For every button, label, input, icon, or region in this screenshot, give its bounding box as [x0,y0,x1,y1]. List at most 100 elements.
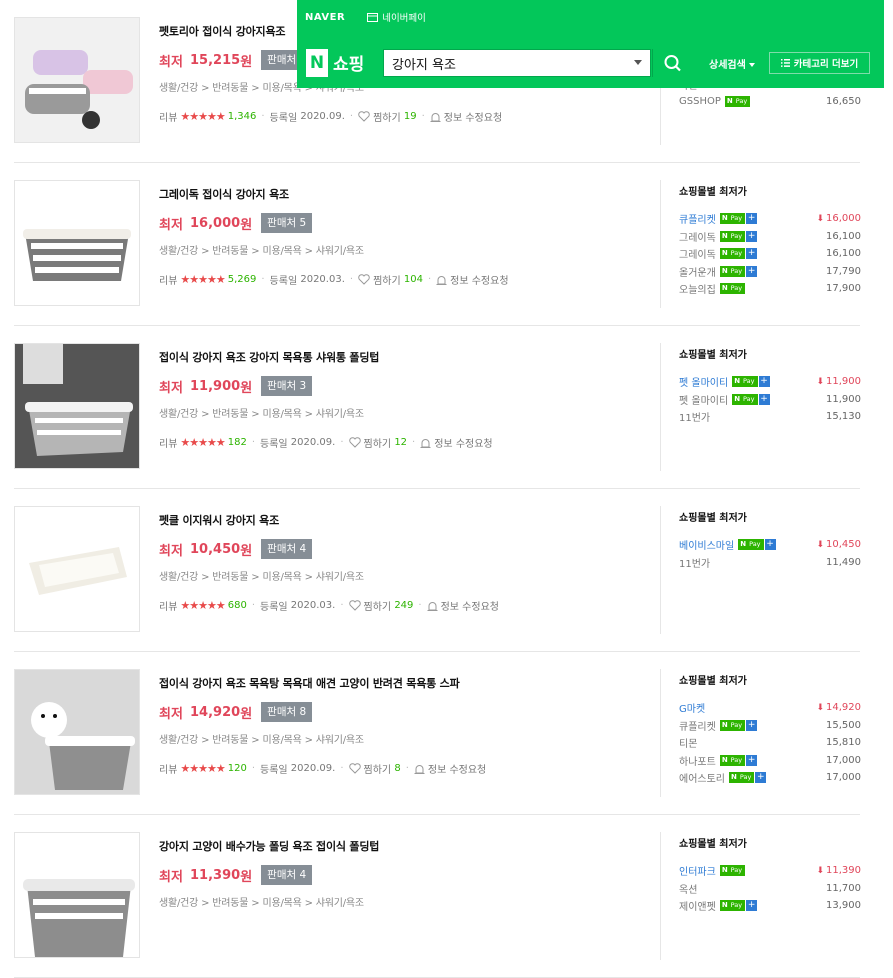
mall-row[interactable]: 펫 올마이티 N Pay +11,900 [679,391,861,409]
mall-name[interactable]: 옥션 [679,881,697,896]
mall-row[interactable]: 11번가 15,130 [679,408,861,426]
product-thumbnail[interactable] [14,180,140,306]
mall-row[interactable]: 옥션 11,700 [679,880,861,898]
wish-button[interactable]: 찜하기 104 [358,272,423,287]
search-input[interactable] [392,50,612,76]
category-breadcrumb[interactable]: 생활/건강 > 반려동물 > 미용/목욕 > 샤워기/욕조 [159,731,649,746]
product-price[interactable]: 14,920 [190,705,240,720]
mall-row[interactable]: 11번가 11,490 [679,554,861,572]
mall-row[interactable]: 에어스토리 N Pay +17,000 [679,769,861,787]
mall-name[interactable]: 그레이독 [679,246,716,261]
mall-row[interactable]: 큐플리켓 N Pay + ⬇ 16,000 [679,210,861,228]
product-title[interactable]: 펫클 이지워시 강아지 욕조 [159,512,649,528]
product-title[interactable]: 그레이독 접이식 강아지 욕조 [159,186,649,202]
seller-count-badge[interactable]: 판매처 5 [261,213,313,233]
mall-row[interactable]: 베이비스마일 N Pay + ⬇ 10,450 [679,536,861,554]
review-count[interactable]: 182 [228,437,247,448]
mall-name[interactable]: 하나포트 [679,753,716,768]
report-link[interactable]: 정보 수정요청 [414,761,486,776]
mall-row[interactable]: G마켓 ⬇ 14,920 [679,699,861,717]
product-thumbnail[interactable] [14,506,140,632]
mall-name[interactable]: 에어스토리 [679,770,725,785]
mall-row[interactable]: 인터파크 N Pay ⬇ 11,390 [679,862,861,880]
mall-name[interactable]: 티몬 [679,735,697,750]
mall-name[interactable]: 펫 올마이티 [679,392,728,407]
category-breadcrumb[interactable]: 생활/건강 > 반려동물 > 미용/목욕 > 샤워기/욕조 [159,405,649,420]
mall-row[interactable]: 하나포트 N Pay +17,000 [679,752,861,770]
mall-list-heading: 쇼핑몰별 최저가 [679,513,747,524]
shopping-label[interactable]: 쇼핑 [333,50,364,75]
lowest-label: 최저 [159,706,183,722]
mall-name[interactable]: 인터파크 [679,863,716,878]
naver-logo[interactable]: NAVER [305,12,345,23]
mall-row[interactable]: 그레이독 N Pay +16,100 [679,245,861,263]
seller-count-badge[interactable]: 판매처 4 [261,539,313,559]
mall-name[interactable]: 큐플리켓 [679,718,716,733]
category-breadcrumb[interactable]: 생활/건강 > 반려동물 > 미용/목욕 > 샤워기/욕조 [159,568,649,583]
seller-count-badge[interactable]: 판매처 3 [261,376,313,396]
mall-price: 16,650 [826,96,861,107]
mall-name[interactable]: 큐플리켓 [679,211,716,226]
product-thumbnail[interactable] [14,17,140,143]
mall-name[interactable]: G마켓 [679,700,705,715]
product-title[interactable]: 강아지 고양이 배수가능 폴딩 욕조 접이식 폴딩텁 [159,838,649,854]
product-title[interactable]: 접이식 강아지 욕조 목욕탕 목욕대 애견 고양이 반려견 목욕통 스파 [159,675,649,691]
report-link[interactable]: 정보 수정요청 [436,272,509,287]
mall-name[interactable]: 올거운개 [679,264,716,279]
search-button[interactable] [652,49,692,77]
product-price[interactable]: 11,900 [190,379,240,394]
mall-row[interactable]: 티몬 15,810 [679,734,861,752]
category-breadcrumb[interactable]: 생활/건강 > 반려동물 > 미용/목욕 > 샤워기/욕조 [159,894,649,909]
mall-name[interactable]: 오늘의집 [679,281,716,296]
mall-row[interactable]: 큐플리켓 N Pay +15,500 [679,717,861,735]
mall-row[interactable]: 펫 올마이티 N Pay + ⬇ 11,900 [679,373,861,391]
mall-row[interactable]: 제이앤펫 N Pay +13,900 [679,897,861,915]
mall-name[interactable]: GSSHOP [679,96,721,107]
wish-count: 8 [394,763,401,774]
product-price[interactable]: 16,000 [190,216,240,231]
mall-name[interactable]: 11번가 [679,409,710,424]
mall-row[interactable]: 그레이독 N Pay +16,100 [679,228,861,246]
naver-pay-link[interactable]: 네이버페이 [367,10,426,24]
mall-row[interactable]: GSSHOP N Pay 16,650 [679,93,861,111]
wish-button[interactable]: 찜하기 8 [348,761,401,776]
npay-label: Pay [729,754,746,766]
report-link[interactable]: 정보 수정요청 [430,109,502,124]
wish-button[interactable]: 찜하기 19 [358,109,417,124]
report-link[interactable]: 정보 수정요청 [420,435,493,450]
product-price[interactable]: 10,450 [190,542,240,557]
dropdown-arrow-icon[interactable] [634,60,642,65]
product-price[interactable]: 15,215 [190,53,240,68]
report-label: 정보 수정요청 [434,439,493,450]
product-price[interactable]: 11,390 [190,868,240,883]
mall-row[interactable]: 오늘의집 N Pay 17,900 [679,280,861,298]
npay-label: Pay [729,865,746,877]
product-meta: 리뷰 ★★★★★ 680 · 등록일 2020.03. · 찜하기 249 · 정보 수정요청 [159,598,649,613]
npay-n: N [719,265,730,277]
mall-name[interactable]: 그레이독 [679,229,716,244]
n-logo-icon[interactable]: N [306,49,328,77]
seller-count-badge[interactable]: 판매처 8 [261,702,313,722]
price-row: 최저 14,920 원 판매처 8 [159,701,649,723]
search-box[interactable] [383,49,651,77]
wish-button[interactable]: 찜하기 249 [348,598,413,613]
review-count[interactable]: 5,269 [228,274,257,285]
seller-count-badge[interactable]: 판매처 4 [261,865,313,885]
advanced-search-button[interactable]: 상세검색 [709,56,755,71]
mall-name[interactable]: 제이앤펫 [679,898,716,913]
category-breadcrumb[interactable]: 생활/건강 > 반려동물 > 미용/목욕 > 샤워기/욕조 [159,242,649,257]
category-more-button[interactable]: 카테고리 더보기 [769,52,870,74]
review-count[interactable]: 1,346 [228,111,257,122]
report-link[interactable]: 정보 수정요청 [427,598,499,613]
product-title[interactable]: 접이식 강아지 욕조 강아지 목욕통 샤워통 폴딩텁 [159,349,649,365]
mall-name[interactable]: 11번가 [679,555,710,570]
mall-name[interactable]: 펫 올마이티 [679,374,728,389]
mall-row[interactable]: 올거운개 N Pay +17,790 [679,263,861,281]
review-count[interactable]: 120 [228,763,247,774]
product-thumbnail[interactable] [14,832,140,958]
product-thumbnail[interactable] [14,343,140,469]
wish-button[interactable]: 찜하기 12 [348,435,407,450]
product-thumbnail[interactable] [14,669,140,795]
review-count[interactable]: 680 [228,600,247,611]
mall-name[interactable]: 베이비스마일 [679,537,734,552]
